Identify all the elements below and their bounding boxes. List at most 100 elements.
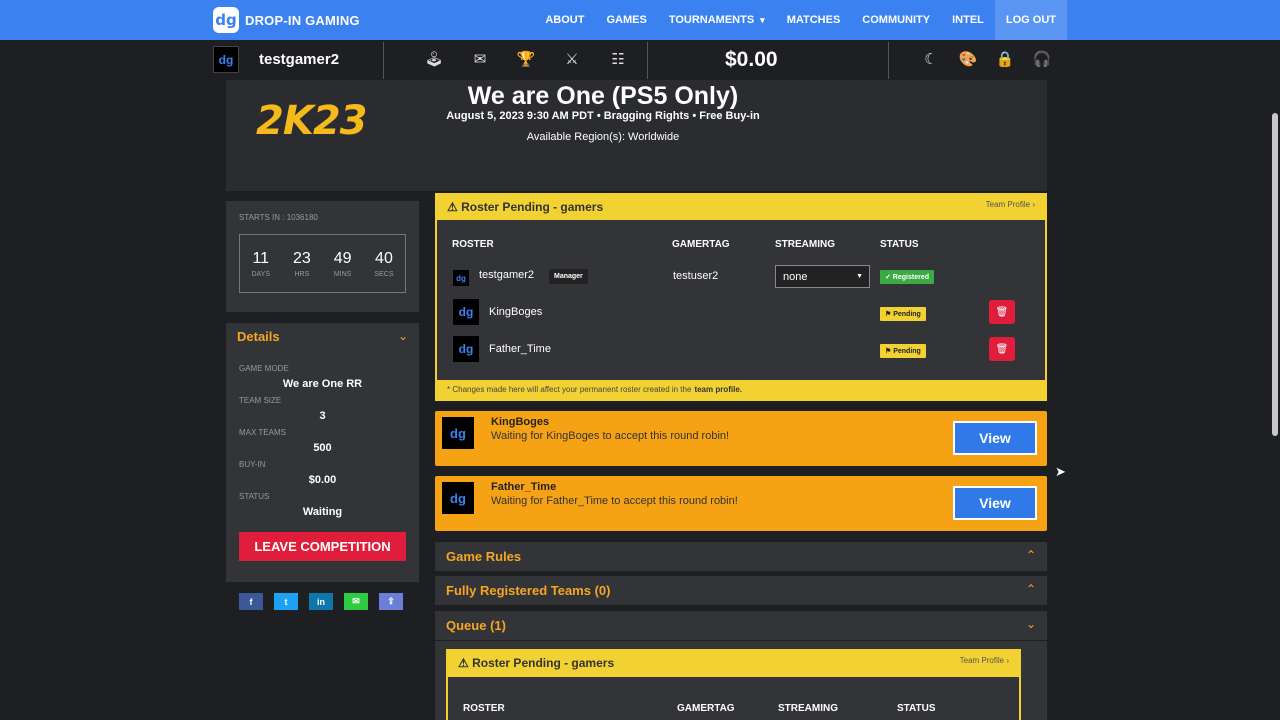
avatar: dg bbox=[453, 270, 469, 286]
lock-icon[interactable]: 🔒 bbox=[995, 50, 1015, 68]
buy-in-label: BUY-IN bbox=[239, 460, 266, 469]
avatar: dg bbox=[453, 299, 479, 325]
competition-title: We are One (PS5 Only) bbox=[467, 82, 739, 110]
nav-intel[interactable]: INTEL bbox=[941, 0, 995, 40]
timer-hours-value: 23 bbox=[292, 249, 311, 267]
col-roster: ROSTER bbox=[463, 703, 505, 714]
twitter-share-button[interactable]: t bbox=[274, 593, 298, 610]
roster-footer: * Changes made here will affect your per… bbox=[437, 380, 1045, 399]
member-gamertag: testuser2 bbox=[673, 270, 719, 282]
versus-icon[interactable]: ⚔ bbox=[562, 50, 582, 68]
divider bbox=[888, 42, 889, 79]
timer-mins: 49 MINS bbox=[334, 250, 352, 278]
nav-community[interactable]: COMMUNITY bbox=[851, 0, 941, 40]
table-row: dg KingBoges ⚑ Pending 🗑 bbox=[437, 299, 1045, 329]
user-avatar[interactable]: dg bbox=[213, 46, 239, 73]
invite-card: dg KingBoges Waiting for KingBoges to ac… bbox=[435, 411, 1047, 466]
share-icon[interactable]: ⇪ bbox=[379, 593, 403, 610]
table-row: dg testgamer2 Manager testuser2 none ▼ ✓… bbox=[437, 265, 1045, 295]
linkedin-share-button[interactable]: in bbox=[309, 593, 333, 610]
col-gamertag: GAMERTAG bbox=[672, 239, 730, 250]
member-name: testgamer2 bbox=[479, 269, 535, 281]
chevron-down-icon[interactable]: ⌄ bbox=[398, 329, 408, 343]
registered-teams-section[interactable]: Fully Registered Teams (0) ⌃ bbox=[435, 576, 1047, 605]
timer-hours-unit: HRS bbox=[294, 270, 310, 278]
leave-competition-button[interactable]: LEAVE COMPETITION bbox=[239, 532, 406, 561]
nav-logout[interactable]: LOG OUT bbox=[994, 0, 1067, 40]
nav-tournaments[interactable]: TOURNAMENTS ▾ bbox=[658, 0, 776, 40]
team-profile-link[interactable]: Team Profile › bbox=[960, 656, 1009, 665]
timer-days: 11 DAYS bbox=[251, 250, 270, 278]
nav-links: ABOUT GAMES TOURNAMENTS ▾ MATCHES COMMUN… bbox=[534, 0, 1067, 40]
nav-about[interactable]: ABOUT bbox=[534, 0, 595, 40]
streaming-select[interactable]: none ▼ bbox=[775, 265, 870, 288]
col-roster: ROSTER bbox=[452, 239, 494, 250]
timer-hours: 23 HRS bbox=[293, 250, 311, 278]
game-mode-value: We are One RR bbox=[282, 378, 363, 390]
queue-section[interactable]: Queue (1) ⌄ bbox=[435, 611, 1047, 640]
user-tools: 🕹 ✉ 🏆 ⚔ ☷ bbox=[424, 50, 628, 68]
invite-name: KingBoges bbox=[491, 416, 550, 428]
streaming-select-value: none bbox=[783, 270, 808, 283]
chevron-up-icon: ⌃ bbox=[1025, 548, 1036, 562]
view-button[interactable]: View bbox=[953, 486, 1037, 520]
brand[interactable]: dg DROP-IN GAMING bbox=[213, 7, 360, 33]
trophy-icon[interactable]: 🏆 bbox=[516, 50, 536, 68]
view-button[interactable]: View bbox=[953, 421, 1037, 455]
buy-in-value: $0.00 bbox=[308, 474, 337, 486]
brand-logo: dg bbox=[213, 7, 239, 33]
trash-icon: 🗑 bbox=[995, 343, 1009, 355]
manager-badge: Manager bbox=[549, 269, 588, 284]
member-name: Father_Time bbox=[489, 343, 551, 355]
avatar: dg bbox=[442, 417, 474, 449]
chevron-down-icon: ⌄ bbox=[1025, 617, 1036, 631]
starts-in-label: STARTS IN : 1036180 bbox=[239, 213, 318, 222]
roster-header: ⚠ Roster Pending - gamers Team Profile › bbox=[437, 195, 1045, 220]
details-body: GAME MODE We are One RR TEAM SIZE 3 MAX … bbox=[226, 359, 419, 524]
competition-meta: August 5, 2023 9:30 AM PDT • Bragging Ri… bbox=[446, 110, 760, 122]
timer-secs: 40 SECS bbox=[374, 250, 393, 278]
share-buttons: f t in ✉ ⇪ bbox=[239, 593, 403, 610]
username[interactable]: testgamer2 bbox=[259, 51, 339, 68]
message-share-button[interactable]: ✉ bbox=[344, 593, 368, 610]
invite-card: dg Father_Time Waiting for Father_Time t… bbox=[435, 476, 1047, 531]
divider bbox=[647, 42, 648, 79]
queue-roster-title: ⚠ Roster Pending - gamers bbox=[458, 656, 615, 670]
game-rules-section[interactable]: Game Rules ⌃ bbox=[435, 542, 1047, 571]
invite-name: Father_Time bbox=[491, 481, 557, 493]
page-scrollbar[interactable] bbox=[1272, 113, 1278, 436]
roster-card: ⚠ Roster Pending - gamers Team Profile ›… bbox=[435, 193, 1047, 401]
nav-matches[interactable]: MATCHES bbox=[776, 0, 852, 40]
controller-icon[interactable]: 🕹 bbox=[424, 50, 444, 68]
competition-region: Available Region(s): Worldwide bbox=[526, 131, 680, 143]
max-teams-value: 500 bbox=[313, 442, 332, 454]
nav-games[interactable]: GAMES bbox=[595, 0, 657, 40]
timer-days-unit: DAYS bbox=[251, 270, 271, 278]
wallet-balance[interactable]: $0.00 bbox=[725, 48, 778, 72]
game-rules-title: Game Rules bbox=[446, 549, 522, 564]
timer-mins-value: 49 bbox=[333, 249, 352, 267]
status-label: STATUS bbox=[239, 492, 270, 501]
details-heading[interactable]: Details bbox=[237, 329, 280, 344]
countdown-panel: STARTS IN : 1036180 11 DAYS 23 HRS 49 MI… bbox=[226, 201, 419, 312]
remove-member-button[interactable]: 🗑 bbox=[989, 337, 1015, 361]
invite-message: Waiting for Father_Time to accept this r… bbox=[491, 495, 738, 507]
col-status: STATUS bbox=[880, 239, 919, 250]
settings-tools: ☾ 🎨 🔒 🎧 bbox=[921, 50, 1052, 68]
nav-tournaments-label: TOURNAMENTS bbox=[668, 14, 755, 26]
headset-icon[interactable]: 🎧 bbox=[1032, 50, 1052, 68]
status-badge: ⚑ Pending bbox=[880, 344, 926, 358]
team-profile-link[interactable]: Team Profile › bbox=[986, 200, 1035, 209]
moon-icon[interactable]: ☾ bbox=[921, 50, 941, 68]
remove-member-button[interactable]: 🗑 bbox=[989, 300, 1015, 324]
roster-footer-note: * Changes made here will affect your per… bbox=[447, 385, 692, 394]
team-profile-footer-link[interactable]: team profile. bbox=[694, 385, 742, 394]
facebook-share-button[interactable]: f bbox=[239, 593, 263, 610]
queue-body: ⚠ Roster Pending - gamers Team Profile ›… bbox=[435, 641, 1047, 720]
timer-days-value: 11 bbox=[252, 249, 270, 267]
team-size-value: 3 bbox=[319, 410, 326, 422]
inbox-icon[interactable]: ✉ bbox=[470, 50, 490, 68]
bracket-icon[interactable]: ☷ bbox=[608, 50, 628, 68]
palette-icon[interactable]: 🎨 bbox=[958, 50, 978, 68]
team-size-label: TEAM SIZE bbox=[239, 396, 282, 405]
